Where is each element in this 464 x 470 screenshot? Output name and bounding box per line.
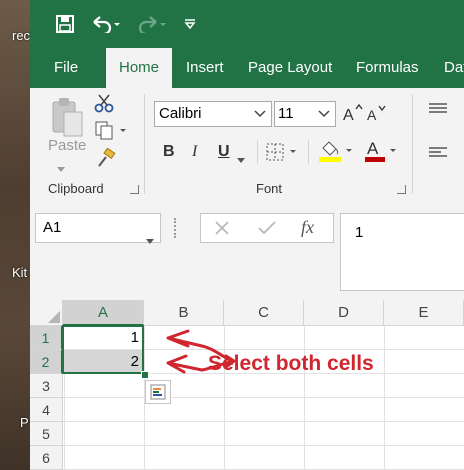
arrow-to-a1: [166, 329, 204, 348]
annotation-text: Select both cells: [208, 352, 374, 375]
desktop-label: rec: [12, 28, 31, 43]
arrow-to-a2: [166, 354, 204, 374]
desktop-label: Kit: [12, 265, 28, 280]
annotation-arrows: [166, 329, 236, 374]
desktop-background: rec Kit P: [0, 0, 30, 470]
excel-window: File Home Insert Page Layout Formulas Da…: [30, 0, 464, 470]
desktop-label: P: [20, 415, 29, 430]
